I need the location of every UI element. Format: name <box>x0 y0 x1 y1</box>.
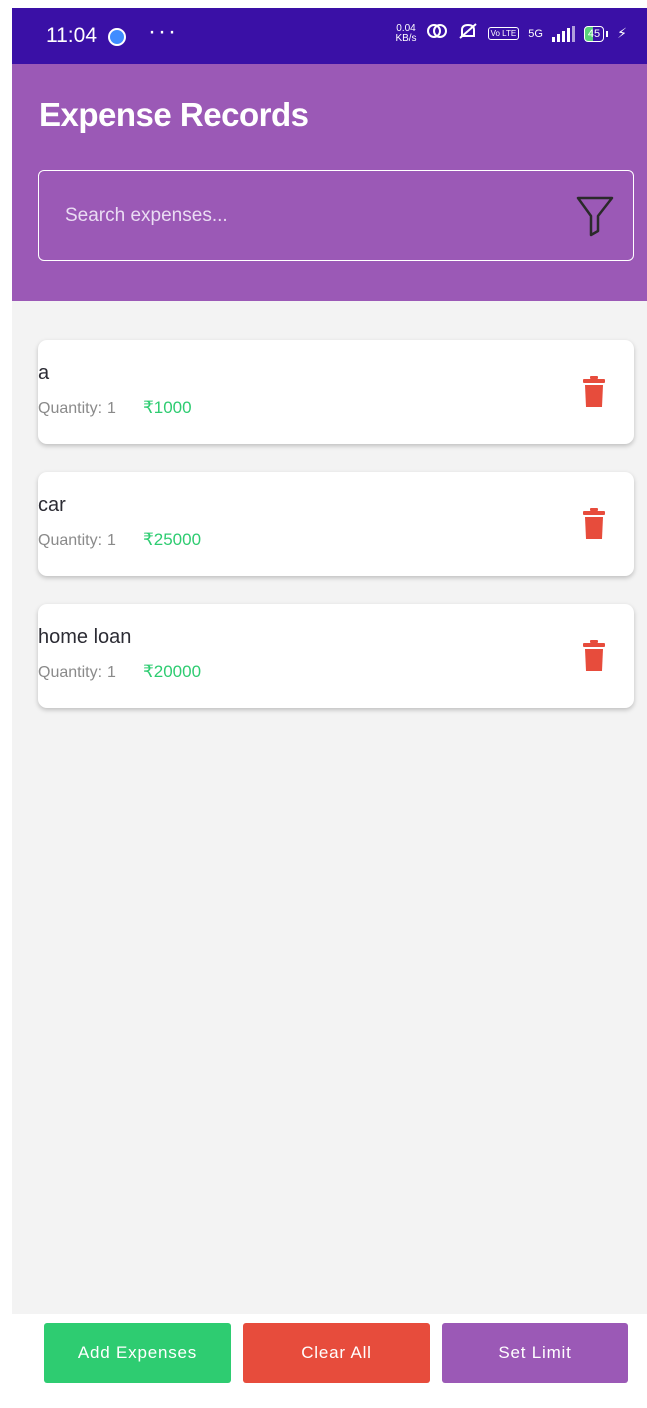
set-limit-button[interactable]: Set Limit <box>442 1323 628 1383</box>
volte-icon: Vo LTE <box>487 27 520 40</box>
delete-icon[interactable] <box>583 508 605 540</box>
expense-amount: ₹20000 <box>142 662 202 681</box>
expense-card[interactable]: home loan Quantity: 1 ₹20000 <box>38 604 634 708</box>
page-title: Expense Records <box>39 96 309 133</box>
expense-meta: Quantity: 1 ₹20000 <box>38 662 201 682</box>
delete-icon[interactable] <box>583 640 605 672</box>
expense-meta: Quantity: 1 ₹1000 <box>38 398 192 418</box>
network-speed-unit: KB/s <box>395 32 417 44</box>
expense-card[interactable]: a Quantity: 1 ₹1000 <box>38 340 634 444</box>
battery-level: 45 <box>583 25 605 42</box>
network-type: 5G <box>528 27 543 40</box>
expense-name: home loan <box>38 626 132 648</box>
expense-amount: ₹25000 <box>142 530 202 549</box>
more-notifications-icon: ··· <box>148 18 178 45</box>
expense-list: a Quantity: 1 ₹1000 car Quantity: 1 ₹250… <box>12 301 647 1314</box>
search-input[interactable] <box>39 171 559 260</box>
delete-icon[interactable] <box>583 376 605 408</box>
expense-name: car <box>38 494 66 516</box>
expense-meta: Quantity: 1 ₹25000 <box>38 530 201 550</box>
app-header: Expense Records <box>12 64 647 301</box>
mute-icon <box>457 22 479 45</box>
filter-icon[interactable] <box>575 195 615 237</box>
status-icons: 0.04 KB/s Vo LTE 5G 45 ⚡ <box>395 22 627 45</box>
quantity-value: 1 <box>107 532 116 549</box>
network-speed-value: 0.04 <box>396 22 416 34</box>
battery-icon: 45 <box>583 25 609 42</box>
status-time: 11:04 <box>46 24 97 47</box>
call-icon <box>108 28 126 46</box>
quantity-label: Quantity: <box>38 664 103 681</box>
clear-all-button[interactable]: Clear All <box>243 1323 430 1383</box>
status-bar: 11:04 ··· 0.04 KB/s Vo LTE 5G 45 ⚡ <box>12 8 647 64</box>
expense-name: a <box>38 362 50 384</box>
search-box <box>38 170 634 261</box>
quantity-label: Quantity: <box>38 532 103 549</box>
network-speed: 0.04 KB/s <box>395 22 417 44</box>
quantity-value: 1 <box>107 664 116 681</box>
charging-icon: ⚡ <box>617 25 627 41</box>
expense-amount: ₹1000 <box>142 398 192 417</box>
expense-card[interactable]: car Quantity: 1 ₹25000 <box>38 472 634 576</box>
signal-icon <box>551 25 575 42</box>
add-expenses-button[interactable]: Add Expenses <box>44 1323 231 1383</box>
quantity-value: 1 <box>107 400 116 417</box>
hotspot-icon <box>426 22 448 45</box>
quantity-label: Quantity: <box>38 400 103 417</box>
